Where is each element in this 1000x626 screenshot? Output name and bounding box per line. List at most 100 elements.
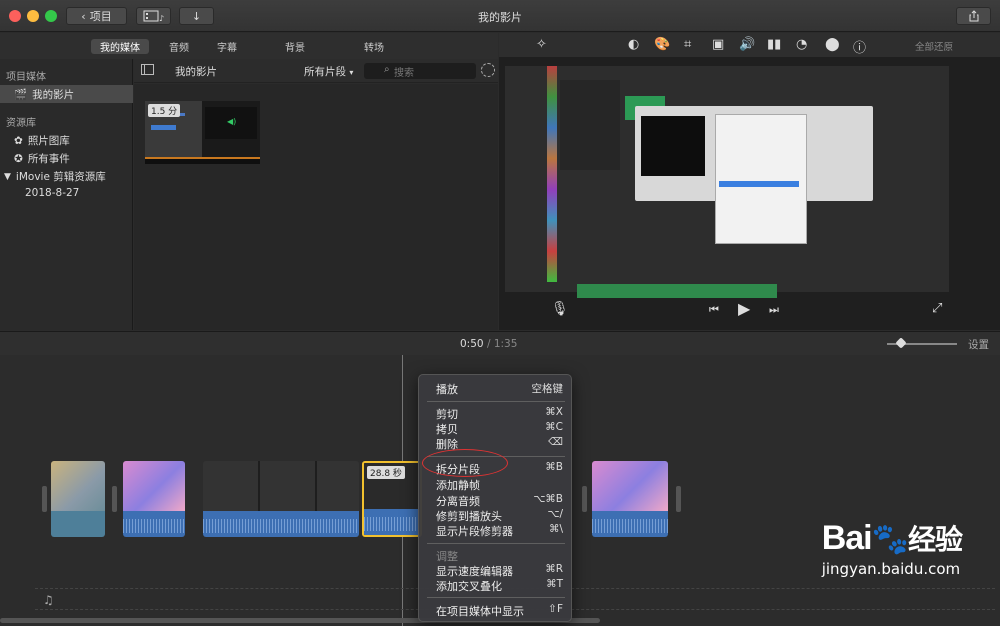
flower-icon: ✿: [14, 134, 23, 147]
sidebar-item-my-movie[interactable]: 🎬 我的影片: [14, 87, 74, 102]
stabilize-camera-icon[interactable]: ▣: [712, 37, 724, 52]
color-balance-icon[interactable]: ◐: [628, 37, 639, 52]
menu-item-adjust: 调整: [419, 548, 573, 563]
microphone-icon[interactable]: 🎙: [551, 301, 569, 317]
media-area: ◀) 1.5 分: [134, 84, 498, 330]
sidebar-item-event-date[interactable]: 2018-8-27: [25, 187, 79, 199]
menu-item-shortcut: ⌘C: [545, 421, 563, 433]
menu-item-label: 在项目媒体中显示: [436, 605, 524, 618]
menu-item-trim-to-playhead[interactable]: 修剪到播放头 ⌥/: [419, 508, 573, 523]
timeline-settings-button[interactable]: 设置: [968, 337, 989, 352]
viewer-frame: [505, 66, 949, 298]
equalizer-icon[interactable]: ▮▮: [767, 37, 781, 52]
sidebar-item-label: iMovie 剪辑资源库: [15, 171, 106, 183]
sidebar-item-imovie-library[interactable]: ▼ iMovie 剪辑资源库: [4, 169, 106, 184]
search-input[interactable]: ⌕ 搜索: [364, 63, 476, 79]
menu-item-label: 添加交叉叠化: [436, 580, 502, 593]
timeline-clip[interactable]: [203, 461, 359, 537]
timeline-clip[interactable]: [592, 461, 668, 537]
chevron-down-icon: ▾: [349, 68, 354, 77]
menu-item-show-speed-editor[interactable]: 显示速度编辑器 ⌘R: [419, 563, 573, 578]
title-bar: ‹ 项目 ♪ ↓ 我的影片: [0, 0, 1000, 32]
gear-icon[interactable]: [481, 63, 495, 77]
menu-item-shortcut: ⌘B: [545, 461, 563, 473]
speed-icon[interactable]: ◔: [796, 37, 807, 52]
filter-icon[interactable]: ⬤: [825, 37, 840, 52]
reset-all-button[interactable]: 全部还原: [915, 39, 953, 53]
clip-handle[interactable]: [676, 486, 681, 512]
menu-item-detach-audio[interactable]: 分离音频 ⌥⌘B: [419, 493, 573, 508]
browser-tabs: 我的媒体 音频 字幕 背景 转场: [0, 33, 498, 59]
zoom-slider-thumb[interactable]: [895, 337, 907, 349]
menu-item-play[interactable]: 播放 空格键: [419, 381, 573, 396]
menu-item-shortcut: ⌘R: [545, 563, 563, 575]
volume-icon[interactable]: 🔊: [739, 37, 755, 52]
clip-duration-badge: 28.8 秒: [367, 466, 405, 479]
clip-filter-dropdown[interactable]: 所有片段 ▾: [304, 64, 353, 79]
menu-item-shortcut: ⌥⌘B: [533, 493, 563, 505]
menu-item-shortcut: ⌘X: [545, 406, 563, 418]
sidebar-item-all-events[interactable]: ✪ 所有事件: [14, 151, 70, 166]
menu-item-add-freeze-frame[interactable]: 添加静帧: [419, 477, 573, 492]
menu-item-label: 显示速度编辑器: [436, 565, 513, 578]
timeline-clip[interactable]: [51, 461, 105, 537]
paw-icon: 🐾: [871, 523, 909, 556]
baidu-watermark: Bai🐾经验 jingyan.baidu.com: [821, 518, 963, 578]
thumb-duration-badge: 1.5 分: [148, 104, 181, 117]
watermark-brand-cn: 经验: [907, 524, 963, 555]
clip-handle[interactable]: [582, 486, 587, 512]
menu-item-shortcut: ⇧F: [548, 603, 563, 615]
sidebar-toggle-icon[interactable]: [141, 64, 154, 75]
play-icon[interactable]: ▶: [738, 299, 750, 318]
media-title: 我的影片: [175, 66, 217, 78]
clip-handle[interactable]: [42, 486, 47, 512]
menu-item-label: 修剪到播放头: [436, 510, 502, 523]
timeline-header: 0:50 / 1:35 设置: [0, 331, 1000, 355]
fullscreen-icon[interactable]: ⤢: [932, 301, 942, 316]
media-toolbar: 我的影片 所有片段 ▾ ⌕ 搜索: [134, 59, 498, 83]
time-separator: /: [486, 338, 491, 350]
time-current: 0:50: [460, 338, 484, 350]
media-thumbnail[interactable]: ◀) 1.5 分: [145, 101, 260, 164]
annotation-circle: [422, 449, 508, 477]
clip-handle[interactable]: [112, 486, 117, 512]
timeline-clip-selected[interactable]: 28.8 秒: [362, 461, 422, 537]
magic-wand-icon[interactable]: ✧: [536, 37, 547, 52]
menu-item-add-cross-dissolve[interactable]: 添加交叉叠化 ⌘T: [419, 578, 573, 593]
tab-my-media[interactable]: 我的媒体: [91, 39, 149, 54]
watermark-brand: Bai: [821, 519, 873, 557]
zoom-slider[interactable]: [887, 337, 957, 349]
search-placeholder: 搜索: [394, 67, 414, 79]
menu-item-cut[interactable]: 剪切 ⌘X: [419, 406, 573, 421]
time-total: 1:35: [493, 338, 518, 350]
info-icon[interactable]: ⓘ: [853, 37, 866, 56]
skip-forward-icon[interactable]: ⏭: [769, 303, 779, 317]
tab-backgrounds[interactable]: 背景: [275, 39, 315, 54]
adjustment-toolbar: ✧ ◐ 🎨 ⌗ ▣ 🔊 ▮▮ ◔ ⬤ ⓘ 全部还原: [499, 33, 1000, 57]
menu-item-shortcut: ⌘T: [546, 578, 563, 590]
tab-audio[interactable]: 音频: [160, 39, 198, 54]
menu-item-delete[interactable]: 删除 ⌫: [419, 436, 573, 451]
menu-item-label: 剪切: [436, 408, 458, 421]
library-sidebar: 项目媒体 🎬 我的影片 资源库 ✿ 照片图库 ✪ 所有事件 ▼ iMovie 剪…: [0, 59, 133, 330]
disclosure-triangle-icon: ▼: [4, 171, 11, 182]
share-button[interactable]: [956, 7, 991, 25]
clapper-icon: 🎬: [14, 89, 28, 101]
color-palette-icon[interactable]: 🎨: [654, 37, 670, 52]
crop-icon[interactable]: ⌗: [684, 37, 691, 52]
share-icon: [969, 10, 978, 22]
skip-back-icon[interactable]: ⏮: [709, 303, 719, 317]
menu-item-copy[interactable]: 拷贝 ⌘C: [419, 421, 573, 436]
menu-item-show-clip-trimmer[interactable]: 显示片段修剪器 ⌘\: [419, 523, 573, 538]
section-project-media: 项目媒体: [6, 72, 46, 83]
menu-item-reveal-in-project-media[interactable]: 在项目媒体中显示 ⇧F: [419, 603, 573, 618]
search-icon: ⌕: [384, 64, 390, 75]
viewer: 🎙 ⏮ ▶ ⏭ ⤢: [499, 57, 1000, 330]
tab-titles[interactable]: 字幕: [207, 39, 247, 54]
sidebar-item-photos[interactable]: ✿ 照片图库: [14, 133, 70, 148]
music-note-icon: ♫: [43, 593, 54, 607]
timeline-clip[interactable]: [123, 461, 185, 537]
tab-transitions[interactable]: 转场: [354, 39, 394, 54]
sidebar-item-label: 照片图库: [27, 135, 70, 147]
section-libraries: 资源库: [6, 118, 36, 129]
